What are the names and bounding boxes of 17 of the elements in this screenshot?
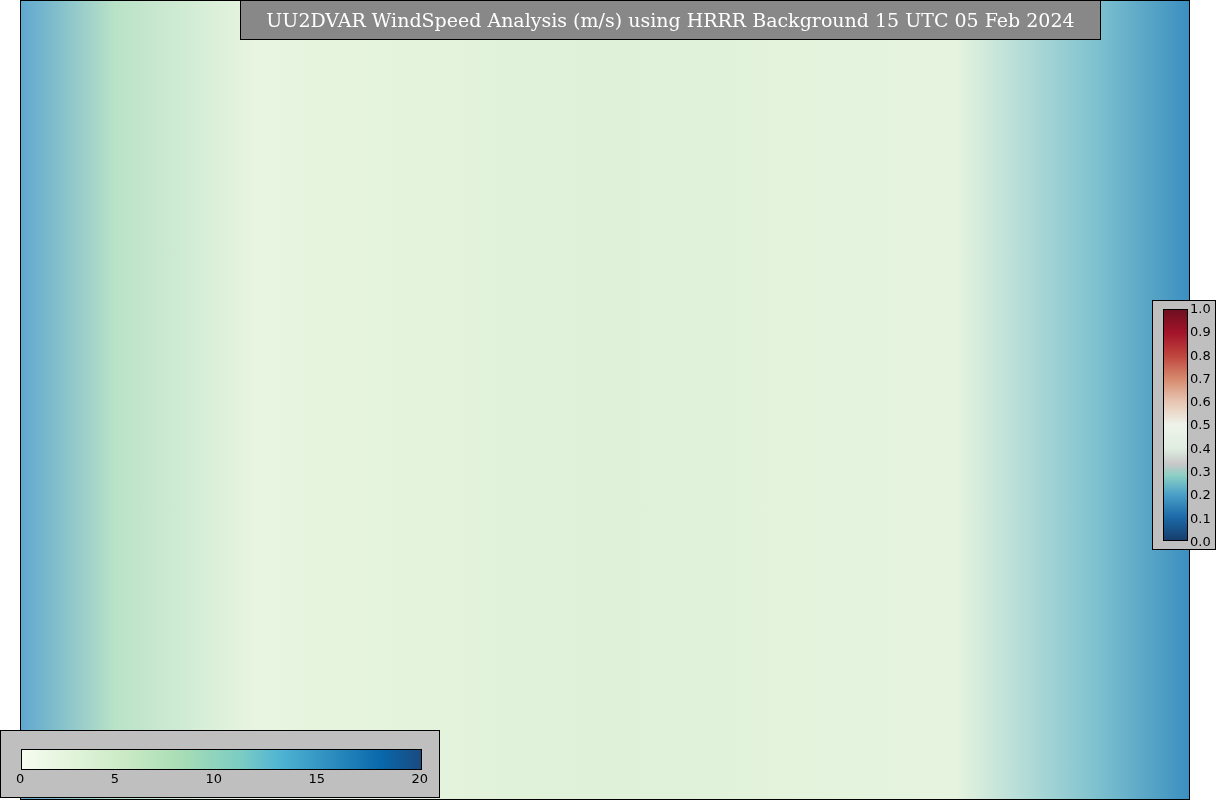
tick-label: 0.0 (1190, 534, 1211, 548)
map-title: UU2DVAR WindSpeed Analysis (m/s) using HRRR Background 15 UTC 05 Feb 2024 (240, 0, 1101, 40)
tick-label: 5 (110, 772, 119, 785)
tick-label: 0.9 (1190, 325, 1211, 339)
tick-label: 20 (411, 772, 428, 785)
tick-label: 0.8 (1190, 348, 1211, 362)
tick-label: 10 (205, 772, 222, 785)
tick-label: 0.5 (1190, 418, 1211, 432)
tick-label: 15 (308, 772, 325, 785)
tick-label: 0.3 (1190, 465, 1211, 479)
tick-label: 0 (16, 772, 25, 785)
tick-label: 0.1 (1190, 511, 1211, 525)
tick-label: 0.6 (1190, 395, 1211, 409)
tick-label: 0.2 (1190, 488, 1211, 502)
tick-label: 0.7 (1190, 371, 1211, 385)
tick-label: 0.4 (1190, 441, 1211, 455)
tick-label: 1.0 (1190, 302, 1211, 315)
